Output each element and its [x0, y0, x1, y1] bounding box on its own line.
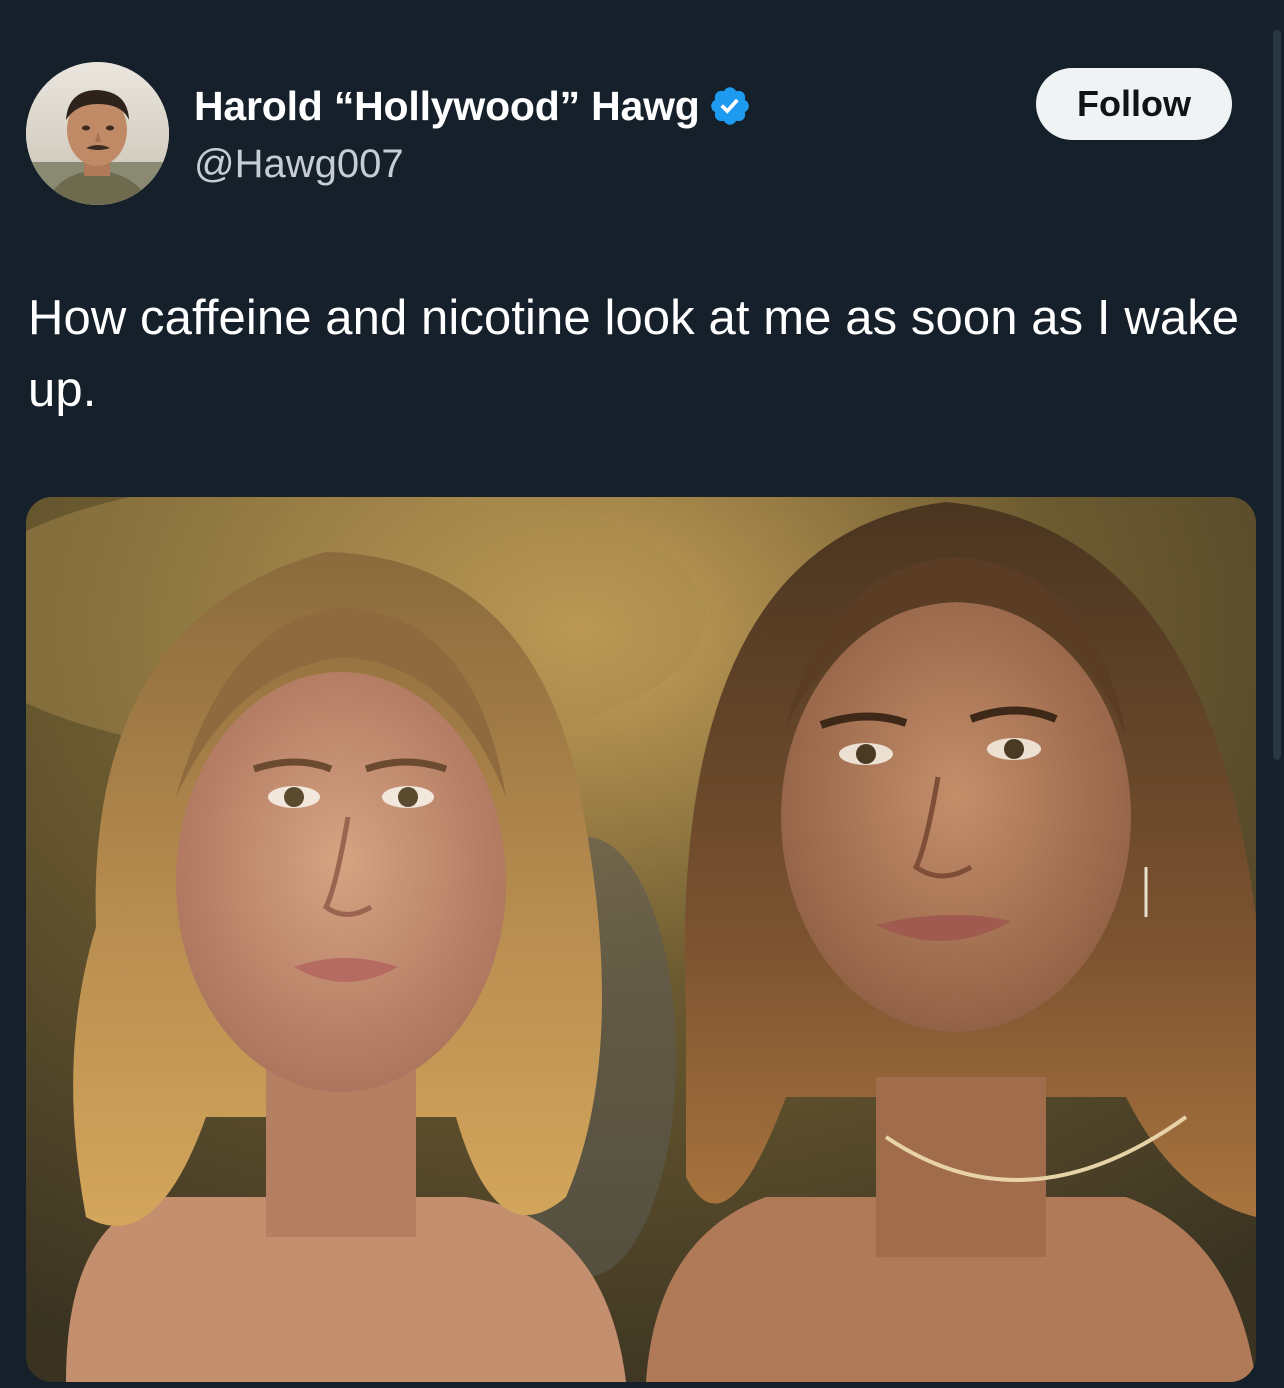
tweet-header: Harold “Hollywood” Hawg @Hawg007 Follow — [26, 62, 1236, 207]
tweet-text: How caffeine and nicotine look at me as … — [28, 291, 1240, 417]
profile-photo-icon — [26, 62, 169, 205]
user-handle[interactable]: @Hawg007 — [194, 142, 404, 187]
photo-image — [26, 497, 1256, 1382]
display-name[interactable]: Harold “Hollywood” Hawg — [194, 83, 700, 130]
avatar[interactable] — [26, 62, 169, 205]
user-name-row: Harold “Hollywood” Hawg — [194, 80, 752, 132]
follow-button[interactable]: Follow — [1036, 68, 1232, 140]
tweet-page: Harold “Hollywood” Hawg @Hawg007 Follow … — [0, 0, 1284, 1388]
tweet-media-photo[interactable] — [26, 497, 1256, 1382]
scrollbar[interactable] — [1270, 30, 1284, 760]
scrollbar-thumb[interactable] — [1273, 30, 1281, 760]
verified-badge-icon[interactable] — [708, 84, 752, 128]
